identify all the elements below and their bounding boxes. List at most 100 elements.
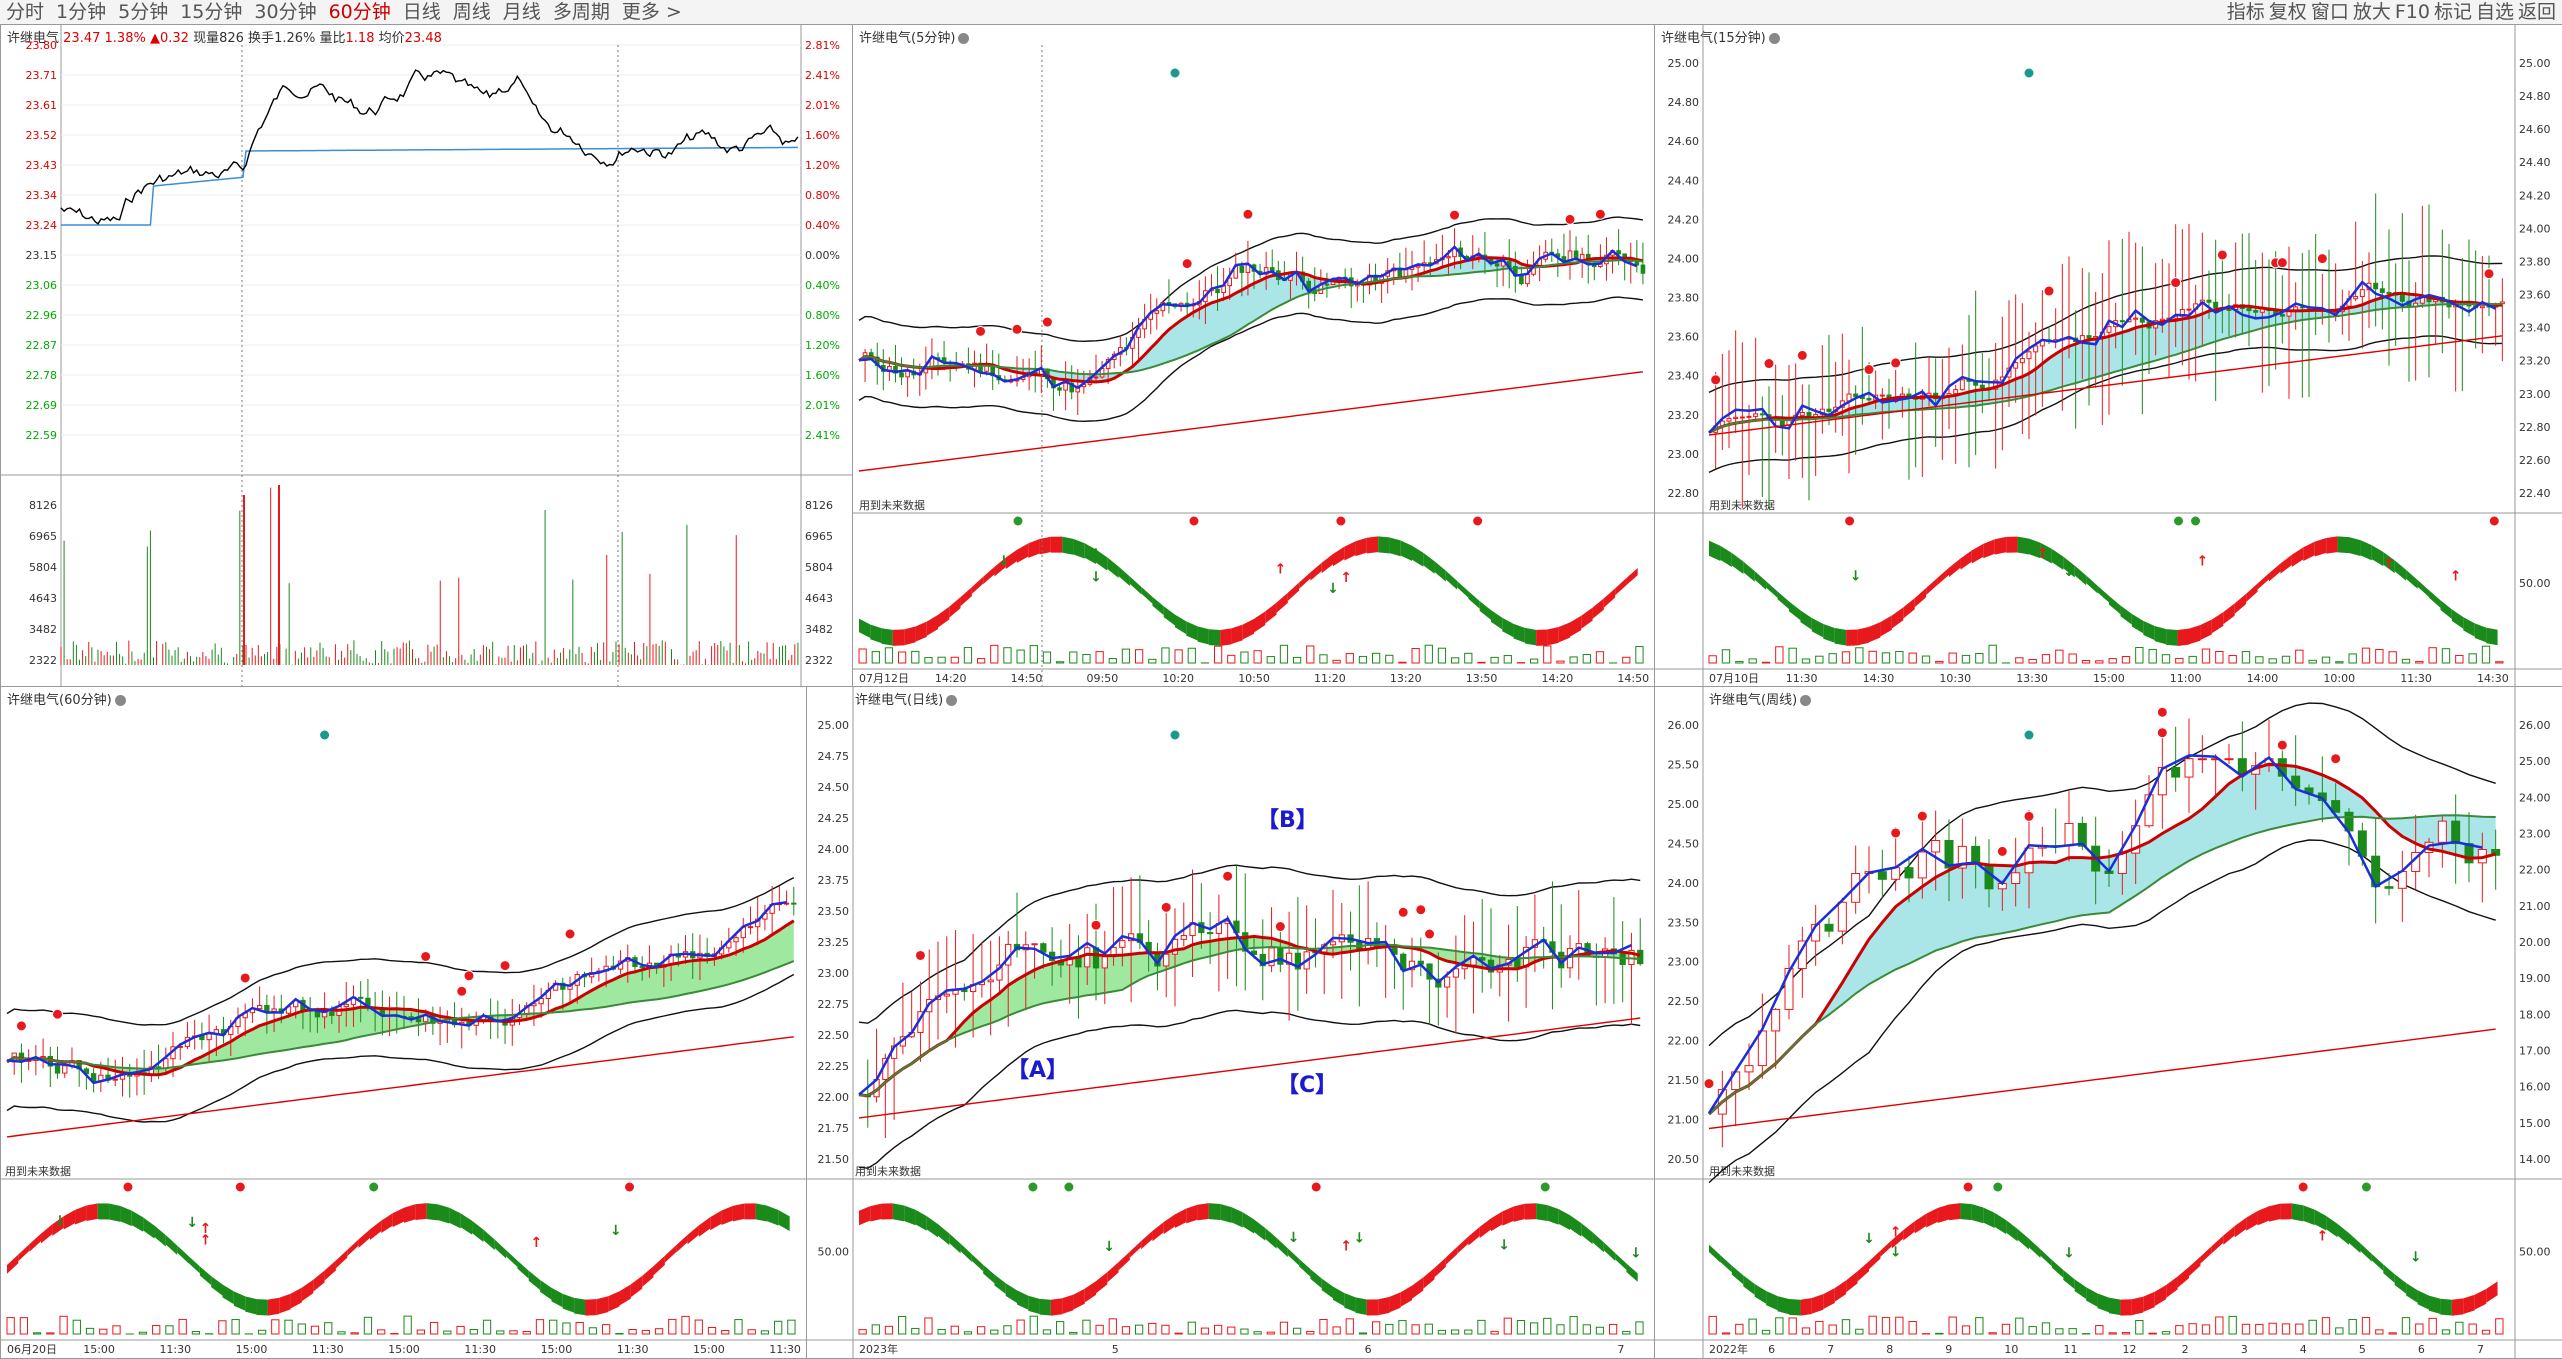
volume-bar: [1373, 1322, 1380, 1334]
oscillator-fill: [1356, 1297, 1367, 1315]
oscillator-fill: [938, 1224, 949, 1245]
pct-tick: 2.01%: [805, 399, 840, 412]
tf-week[interactable]: 周线: [447, 0, 497, 24]
time-tick: 14:20: [1542, 672, 1574, 685]
tf-day[interactable]: 日线: [397, 0, 447, 24]
oscillator-fill: [1051, 1298, 1062, 1315]
oscillator-fill: [1435, 561, 1446, 581]
tf-multi[interactable]: 多周期: [547, 0, 616, 24]
volume-bar: [73, 1320, 80, 1334]
volume-tick: 5804: [805, 561, 833, 574]
oscillator-fill: [699, 1217, 710, 1237]
panel-weekly[interactable]: 许继电气(周线) 用到未来数据 26.0025.5025.0024.5024.0…: [1654, 686, 2562, 1359]
volume-bar: [2456, 655, 2463, 663]
btn-back[interactable]: 返回: [2518, 1, 2556, 23]
oscillator-fill: [1085, 1281, 1096, 1302]
sell-signal-icon: [2157, 728, 2167, 738]
btn-indicator[interactable]: 指标: [2227, 1, 2265, 23]
volume-bar: [1373, 653, 1380, 663]
oscillator-fill: [370, 1221, 381, 1240]
tf-5min[interactable]: 5分钟: [112, 0, 174, 24]
volume-bar: [2216, 651, 2223, 663]
oscillator-fill: [1198, 1203, 1209, 1220]
panel-5min[interactable]: 许继电气(5分钟) 用到未来数据 ↑↓↓↓↓↑07月12日14:2014:500…: [852, 24, 1656, 688]
panel-daily[interactable]: 许继电气(日线) 用到未来数据 25.0024.7524.5024.2524.0…: [806, 686, 1656, 1359]
tf-more[interactable]: 更多 >: [616, 0, 688, 24]
time-tick: 14:50: [1617, 672, 1649, 685]
volume-bar: [1122, 649, 1129, 663]
panel-15min[interactable]: 许继电气(15分钟) 用到未来数据 25.0024.8024.6024.4024…: [1654, 24, 2562, 688]
volume-bar: [444, 1331, 451, 1334]
btn-f10[interactable]: F10: [2395, 1, 2430, 23]
tf-fenshi[interactable]: 分时: [0, 0, 50, 24]
volume-bar: [2282, 656, 2289, 663]
panel-60min[interactable]: 许继电气(60分钟) 用到未来数据 ↑↑↓↓↓↑06月20日15:0011:30…: [0, 686, 808, 1359]
oscillator-fill: [188, 1256, 199, 1273]
oscillator-fill: [1130, 1241, 1141, 1258]
volume-bar: [2109, 1333, 2116, 1334]
sell-signal-icon: [500, 961, 510, 971]
candle: [1520, 276, 1524, 284]
oscillator-fill: [961, 1244, 972, 1262]
sell-signal-icon: [915, 950, 925, 960]
volume-bar: [642, 1330, 649, 1334]
btn-window[interactable]: 窗口: [2311, 1, 2349, 23]
sell-signal-icon: [2157, 707, 2167, 717]
tf-month[interactable]: 月线: [497, 0, 547, 24]
sell-arrow-icon: ↓: [54, 1213, 66, 1229]
btn-watch[interactable]: 自选: [2476, 1, 2514, 23]
oscillator-fill: [1743, 562, 1754, 582]
buy-arrow-icon: ↑: [2196, 553, 2208, 569]
oscillator-fill: [2120, 1299, 2131, 1315]
price-tick: 24.50: [818, 781, 850, 794]
pct-tick: 0.40%: [805, 279, 840, 292]
sell-signal-icon: [1091, 920, 1101, 930]
teal-signal-icon: [320, 730, 330, 740]
oscillator-fill: [2418, 580, 2429, 597]
volume-bar: [1749, 1319, 1756, 1334]
oscillator-fill: [2246, 583, 2257, 601]
price-tick: 23.80: [1668, 292, 1700, 305]
tf-30min[interactable]: 30分钟: [248, 0, 322, 24]
oscillator-fill: [654, 1256, 665, 1275]
volume-tick: 8126: [29, 499, 57, 512]
btn-adjust[interactable]: 复权: [2269, 1, 2307, 23]
price-tick: 22.00: [2519, 864, 2551, 877]
candle: [1325, 284, 1329, 285]
price-tick: 24.40: [2519, 156, 2551, 169]
tf-1min[interactable]: 1分钟: [50, 0, 112, 24]
oscillator-fill: [1903, 1221, 1914, 1240]
volume-bar: [1583, 655, 1590, 663]
intraday-panel[interactable]: 许继电气 23.47 1.38% ▲0.32 现量826 换手1.26% 量比1…: [0, 24, 854, 688]
volume-bar: [2442, 649, 2449, 663]
btn-mark[interactable]: 标记: [2434, 1, 2472, 23]
sell-signal-icon: [2171, 278, 2181, 288]
time-tick: 13:50: [1466, 672, 1498, 685]
candle: [2452, 821, 2460, 843]
time-tick: 14:20: [935, 672, 967, 685]
oscillator-fill: [1835, 628, 1846, 645]
volume-bar: [1215, 646, 1222, 663]
oscillator-fill: [1175, 615, 1186, 635]
long-ma: [859, 1018, 1640, 1118]
volume-bar: [2362, 1318, 2369, 1334]
volume-bar: [722, 1331, 729, 1334]
oscillator-fill: [1457, 1237, 1468, 1254]
long-ma: [1709, 1029, 2496, 1128]
tf-60min[interactable]: 60分钟: [323, 0, 397, 24]
volume-bar: [1517, 1321, 1524, 1334]
volume-bar: [1504, 1318, 1511, 1334]
time-tick: 10:00: [2323, 672, 2355, 685]
sell-arrow-icon: ↓: [2063, 564, 2075, 580]
volume-bar: [1043, 652, 1050, 663]
oscillator-fill: [1141, 587, 1152, 604]
volume-bar: [1762, 1330, 1769, 1334]
volume-bar: [1623, 657, 1630, 663]
volume-bar: [2229, 1316, 2236, 1334]
volume-bar: [872, 1325, 879, 1334]
oscillator-fill: [1164, 1214, 1175, 1234]
tf-15min[interactable]: 15分钟: [174, 0, 248, 24]
btn-zoom[interactable]: 放大: [2353, 1, 2391, 23]
volume-bar: [2189, 1324, 2196, 1334]
volume-bar: [2216, 1317, 2223, 1334]
